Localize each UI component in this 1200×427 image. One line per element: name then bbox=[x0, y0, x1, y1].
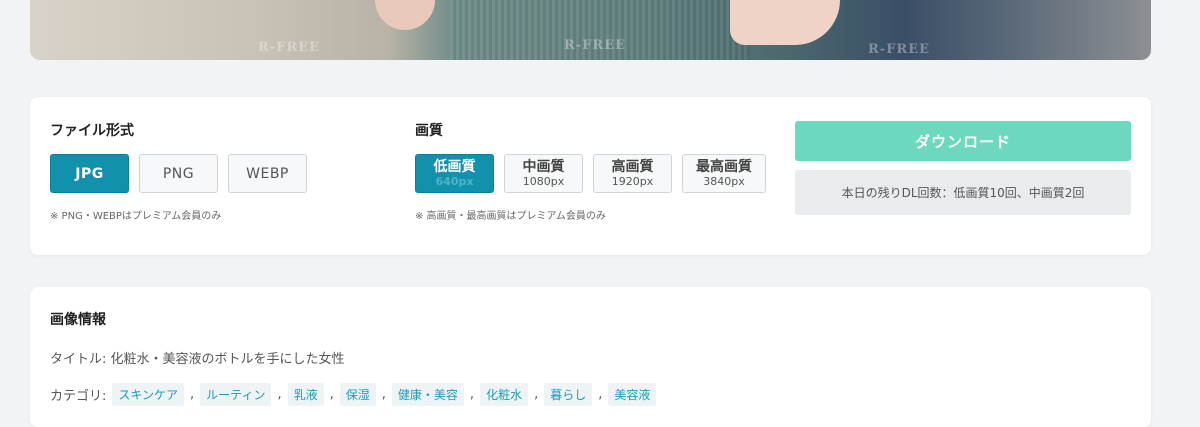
format-webp-button[interactable]: WEBP bbox=[228, 154, 307, 193]
tag-separator: , bbox=[190, 387, 195, 402]
format-jpg-button[interactable]: JPG bbox=[50, 154, 129, 193]
quality-resolution: 3840px bbox=[703, 175, 745, 188]
photo-preview: R-FREE R-FREE R-FREE bbox=[30, 0, 1151, 60]
format-png-button[interactable]: PNG bbox=[139, 154, 218, 193]
category-tag[interactable]: ルーティン bbox=[200, 383, 272, 406]
category-tag[interactable]: 美容液 bbox=[608, 383, 657, 406]
quality-low-button[interactable]: 低画質 640px bbox=[415, 154, 494, 193]
quality-title: 画質 bbox=[415, 123, 443, 139]
tag-separator: , bbox=[469, 387, 475, 402]
photo-detail bbox=[730, 0, 840, 45]
tag-separator: , bbox=[598, 387, 603, 402]
quality-label: 中画質 bbox=[522, 159, 565, 175]
tag-separator: , bbox=[277, 387, 282, 402]
info-title: 画像情報 bbox=[50, 312, 106, 328]
format-note: ※ PNG・WEBPはプレミアム会員のみ bbox=[50, 211, 222, 222]
category-tag[interactable]: 化粧水 bbox=[480, 383, 529, 406]
category-tag[interactable]: 健康・美容 bbox=[391, 383, 464, 406]
watermark: R-FREE bbox=[564, 38, 627, 53]
category-tag[interactable]: 乳液 bbox=[287, 383, 324, 406]
remaining-downloads: 本日の残りDL回数：低画質10回、中画質2回 bbox=[795, 170, 1131, 215]
quality-mid-button[interactable]: 中画質 1080px bbox=[504, 154, 583, 193]
quality-resolution: 640px bbox=[435, 175, 474, 188]
quality-highest-button[interactable]: 最高画質 3840px bbox=[682, 154, 766, 193]
image-title-row: タイトル: 化粧水・美容液のボトルを手にした女性 bbox=[50, 352, 345, 367]
quality-label: 高画質 bbox=[611, 159, 654, 175]
category-row: カテゴリ: スキンケア , ルーティン , 乳液 , 保湿 , 健康・美容 , … bbox=[50, 383, 657, 406]
download-button[interactable]: ダウンロード bbox=[795, 121, 1131, 161]
quality-resolution: 1920px bbox=[611, 175, 654, 188]
quality-note: ※ 高画質・最高画質はプレミアム会員のみ bbox=[415, 211, 606, 222]
quality-resolution: 1080px bbox=[522, 175, 565, 188]
watermark: R-FREE bbox=[258, 40, 321, 55]
image-info-panel: 画像情報 タイトル: 化粧水・美容液のボトルを手にした女性 カテゴリ: スキンケ… bbox=[30, 287, 1151, 427]
quality-high-button[interactable]: 高画質 1920px bbox=[593, 154, 672, 193]
quality-label: 低画質 bbox=[433, 159, 476, 175]
tag-separator: , bbox=[381, 387, 386, 402]
photo-detail bbox=[375, 0, 435, 30]
category-label: カテゴリ: bbox=[50, 389, 107, 404]
watermark: R-FREE bbox=[868, 42, 931, 57]
quality-label: 最高画質 bbox=[696, 159, 752, 175]
tag-separator: , bbox=[329, 387, 334, 402]
category-tag[interactable]: スキンケア bbox=[112, 383, 185, 406]
category-tag[interactable]: 保湿 bbox=[339, 383, 376, 406]
tag-separator: , bbox=[534, 387, 539, 402]
download-panel: ファイル形式 JPG PNG WEBP ※ PNG・WEBPはプレミアム会員のみ… bbox=[30, 97, 1151, 255]
category-tag[interactable]: 暮らし bbox=[544, 383, 593, 406]
format-title: ファイル形式 bbox=[50, 123, 134, 139]
